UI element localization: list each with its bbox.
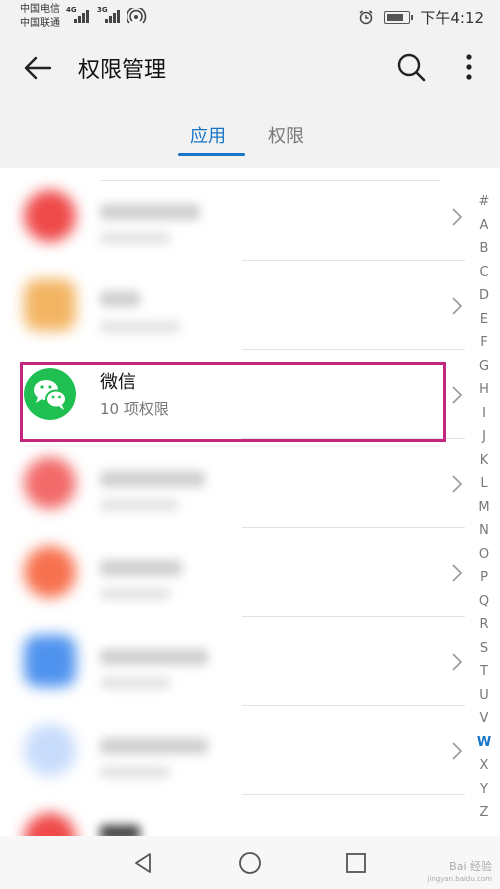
index-letter[interactable]: H: [474, 378, 494, 402]
index-letter[interactable]: D: [474, 284, 494, 308]
carrier-labels: 中国电信 中国联通: [20, 3, 60, 31]
index-letter[interactable]: K: [474, 449, 494, 473]
home-circle-icon[interactable]: [237, 850, 263, 876]
chevron-right-icon: [452, 653, 463, 671]
index-letter[interactable]: #: [474, 190, 494, 214]
app-icon: [24, 635, 76, 687]
app-list[interactable]: 微信 10 项权限: [0, 168, 470, 836]
battery-icon: [384, 10, 414, 24]
carrier-1: 中国电信: [20, 4, 60, 15]
status-right: 下午4:12: [358, 6, 484, 28]
back-arrow-icon[interactable]: [20, 50, 56, 86]
chevron-right-icon: [452, 742, 463, 760]
more-options-icon[interactable]: [460, 50, 478, 84]
chevron-right-icon: [452, 297, 463, 315]
carrier-2: 中国联通: [20, 18, 60, 29]
app-icon: [24, 457, 76, 509]
navigation-bar: Bai 经验 jingyan.baidu.com: [0, 836, 500, 889]
clock: 下午4:12: [420, 8, 484, 27]
list-item[interactable]: [0, 795, 470, 836]
list-item[interactable]: [0, 439, 470, 528]
battery-level: [387, 13, 404, 21]
index-letter[interactable]: A: [474, 214, 494, 238]
back-triangle-icon[interactable]: [130, 850, 156, 876]
index-letter[interactable]: X: [474, 754, 494, 778]
list-item[interactable]: [0, 528, 470, 617]
index-letter[interactable]: P: [474, 566, 494, 590]
index-letter[interactable]: N: [474, 519, 494, 543]
list-item[interactable]: [0, 172, 470, 261]
page-title: 权限管理: [78, 58, 167, 83]
watermark: Bai 经验 jingyan.baidu.com: [427, 861, 492, 885]
app-subtitle-blurred: [100, 766, 170, 778]
active-tab-indicator: [178, 153, 245, 156]
index-letter[interactable]: E: [474, 308, 494, 332]
list-item[interactable]: [0, 706, 470, 795]
app-name-blurred: [100, 291, 140, 307]
signal-icon: [74, 10, 89, 23]
index-letter[interactable]: R: [474, 613, 494, 637]
alarm-icon: [359, 10, 373, 25]
app-name-blurred: [100, 471, 205, 487]
app-subtitle-blurred: [100, 321, 180, 333]
index-letter[interactable]: I: [474, 402, 494, 426]
index-letter[interactable]: O: [474, 543, 494, 567]
app-icon: [24, 279, 76, 331]
index-letter[interactable]: Z: [474, 801, 494, 825]
list-item[interactable]: [0, 261, 470, 350]
app-icon: [24, 546, 76, 598]
app-subtitle-blurred: [100, 232, 170, 244]
index-letter[interactable]: T: [474, 660, 494, 684]
index-letter[interactable]: Q: [474, 590, 494, 614]
recents-square-icon[interactable]: [343, 850, 369, 876]
index-letter[interactable]: G: [474, 355, 494, 379]
app-name-blurred: [100, 649, 208, 665]
index-letter[interactable]: L: [474, 472, 494, 496]
index-letter[interactable]: C: [474, 261, 494, 285]
index-letter[interactable]: F: [474, 331, 494, 355]
tab-apps[interactable]: 应用: [190, 122, 226, 148]
app-subtitle-blurred: [100, 677, 170, 689]
tab-permissions[interactable]: 权限: [268, 122, 304, 148]
index-letter[interactable]: B: [474, 237, 494, 261]
list-item[interactable]: [0, 617, 470, 706]
app-name-blurred: [100, 825, 140, 836]
app-subtitle-blurred: [100, 588, 170, 600]
watermark-brand: Bai 经验: [449, 860, 492, 873]
chevron-right-icon: [452, 208, 463, 226]
index-letter[interactable]: Y: [474, 778, 494, 802]
app-name-blurred: [100, 204, 200, 220]
chevron-right-icon: [452, 386, 463, 404]
app-subtitle-blurred: [100, 499, 178, 511]
app-icon: [24, 813, 76, 836]
index-letter[interactable]: S: [474, 637, 494, 661]
index-letter[interactable]: J: [474, 425, 494, 449]
app-name-blurred: [100, 560, 182, 576]
signal-icon: [105, 10, 120, 23]
search-icon[interactable]: [394, 50, 428, 84]
chevron-right-icon: [452, 475, 463, 493]
index-letter[interactable]: V: [474, 707, 494, 731]
watermark-url: jingyan.baidu.com: [427, 875, 492, 883]
chevron-right-icon: [452, 564, 463, 582]
alphabet-index[interactable]: # A B C D E F G H I J K L M N O P Q R S T U V W X Y Z: [474, 190, 494, 825]
highlight-box: [20, 362, 446, 442]
index-letter[interactable]: W: [474, 731, 494, 755]
app-icon: [24, 190, 76, 242]
hotspot-icon: [127, 8, 147, 24]
app-name-blurred: [100, 738, 208, 754]
index-letter[interactable]: M: [474, 496, 494, 520]
index-letter[interactable]: U: [474, 684, 494, 708]
status-bar: 中国电信 中国联通 4G 3G 下午4:12: [0, 0, 500, 36]
app-icon: [24, 724, 76, 776]
